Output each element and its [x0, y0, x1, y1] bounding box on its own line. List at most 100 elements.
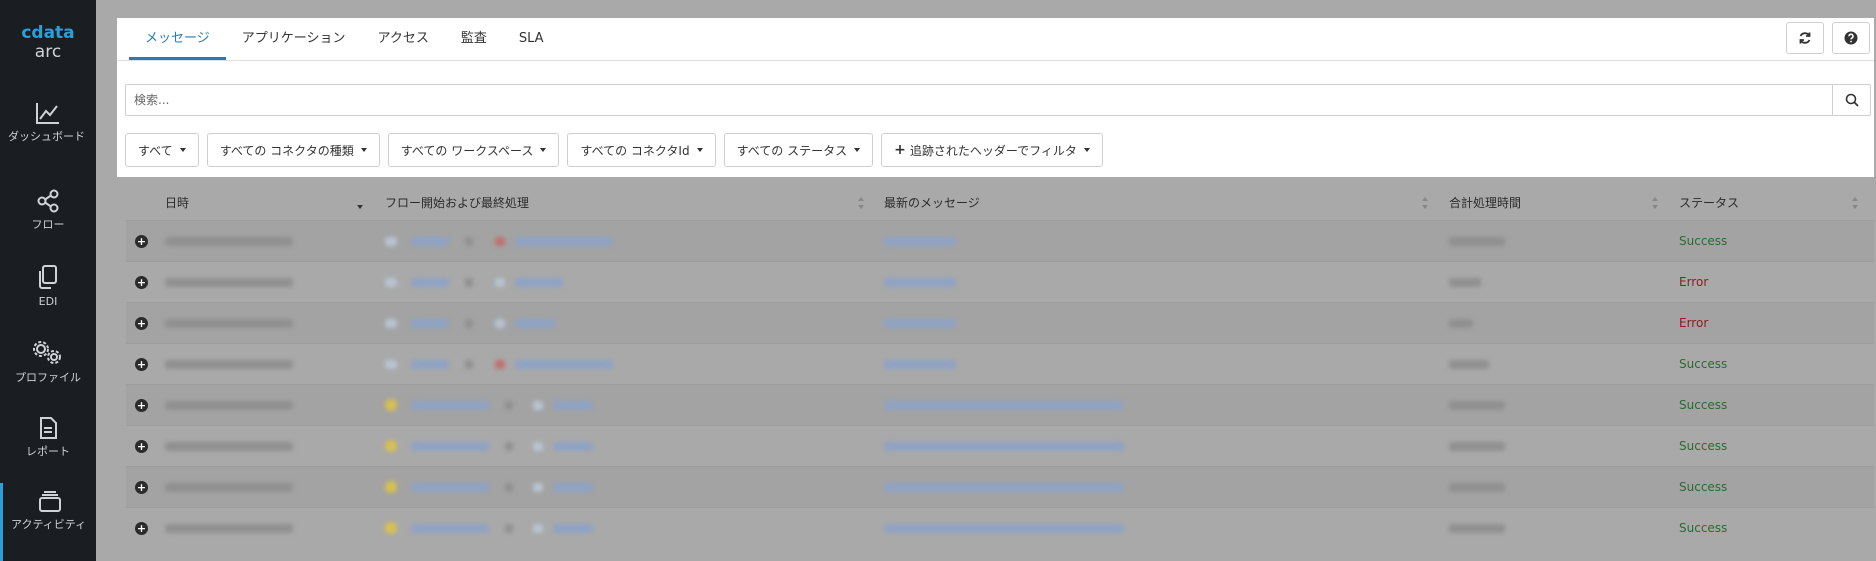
redacted-datetime	[165, 401, 293, 410]
app-logo[interactable]: cdata arc	[0, 24, 96, 62]
column-header-flow[interactable]: フロー開始および最終処理	[385, 186, 529, 220]
tab-applications[interactable]: アプリケーション	[226, 18, 362, 60]
expand-row-icon[interactable]: +	[135, 276, 148, 289]
redacted-latest-message	[884, 401, 1124, 410]
search-input[interactable]	[126, 85, 1836, 115]
expand-row-icon[interactable]: +	[135, 522, 148, 535]
sort-desc-icon[interactable]	[357, 197, 363, 209]
filter-all[interactable]: すべて	[125, 133, 199, 167]
redacted-icon	[385, 440, 397, 452]
redacted-icon	[533, 442, 543, 451]
expand-row-icon[interactable]: +	[135, 235, 148, 248]
sidebar-item-activity[interactable]: アクティビティ	[0, 483, 96, 561]
redacted-total-time	[1449, 278, 1481, 287]
redacted-total-time	[1449, 360, 1489, 369]
expand-row-icon[interactable]: +	[135, 358, 148, 371]
sidebar-item-profile[interactable]: プロファイル	[0, 340, 96, 384]
table-row[interactable]: + Success	[126, 220, 1874, 261]
filter-status[interactable]: すべての ステータス	[723, 133, 874, 167]
sidebar-item-flow[interactable]: フロー	[0, 189, 96, 231]
gears-icon	[33, 341, 61, 364]
table-row[interactable]: + Success	[126, 425, 1874, 466]
redacted-icon	[495, 360, 505, 369]
chart-line-icon	[36, 103, 59, 124]
sort-icon[interactable]	[1852, 197, 1858, 209]
redacted-flow-start	[411, 401, 489, 410]
tab-bar: メッセージ アプリケーション アクセス 監査 SLA	[129, 18, 560, 60]
filter-label: すべての ワークスペース	[400, 143, 534, 158]
messages-table: 日時 フロー開始および最終処理 最新のメッセージ 合計処理時間 ステータス + …	[126, 186, 1874, 548]
sidebar-item-edi[interactable]: EDI	[0, 264, 96, 308]
redacted-arrow	[465, 237, 473, 246]
refresh-icon	[1799, 32, 1811, 44]
filter-connector-type[interactable]: すべての コネクタの種類	[206, 133, 380, 167]
redacted-flow-end	[553, 483, 593, 492]
column-header-datetime[interactable]: 日時	[165, 186, 189, 220]
sidebar-item-dashboard[interactable]: ダッシュボード	[0, 101, 96, 143]
table-row[interactable]: + Success	[126, 384, 1874, 425]
redacted-latest-message	[884, 360, 956, 369]
filter-label: すべて	[138, 143, 173, 158]
redacted-latest-message	[884, 483, 1124, 492]
search-box	[125, 84, 1871, 116]
expand-row-icon[interactable]: +	[135, 481, 148, 494]
filter-label: すべての ステータス	[736, 143, 848, 158]
filter-connector-id[interactable]: すべての コネクタId	[567, 133, 716, 167]
table-row[interactable]: + Error	[126, 302, 1874, 343]
caret-down-icon	[1083, 148, 1090, 152]
tab-messages[interactable]: メッセージ	[129, 18, 226, 60]
redacted-flow-start	[411, 442, 489, 451]
table-row[interactable]: + Success	[126, 466, 1874, 507]
tab-audit[interactable]: 監査	[445, 18, 503, 60]
sort-icon[interactable]	[858, 197, 864, 209]
sort-icon[interactable]	[1422, 197, 1428, 209]
tab-access[interactable]: アクセス	[362, 18, 445, 60]
redacted-total-time	[1449, 319, 1473, 328]
column-header-status[interactable]: ステータス	[1679, 186, 1739, 220]
redacted-datetime	[165, 483, 293, 492]
expand-row-icon[interactable]: +	[135, 317, 148, 330]
sidebar: cdata arc ダッシュボード フロー EDI プロファイル レポート アク…	[0, 0, 96, 561]
redacted-datetime	[165, 442, 293, 451]
table-row[interactable]: + Error	[126, 261, 1874, 302]
filter-label: 追跡されたヘッダーでフィルタ	[909, 143, 1077, 158]
redacted-arrow	[465, 319, 473, 328]
redacted-total-time	[1449, 442, 1505, 451]
redacted-icon	[385, 237, 397, 246]
refresh-button[interactable]	[1786, 22, 1824, 54]
redacted-flow-end	[515, 319, 555, 328]
redacted-icon	[385, 481, 397, 493]
redacted-flow-end	[515, 237, 613, 246]
filter-label: すべての コネクタId	[580, 143, 690, 158]
sort-icon[interactable]	[1652, 197, 1658, 209]
help-button[interactable]	[1832, 22, 1870, 54]
redacted-flow-start	[411, 483, 489, 492]
sidebar-item-report[interactable]: レポート	[0, 416, 96, 458]
status-badge: Success	[1679, 439, 1728, 453]
redacted-icon	[385, 319, 397, 328]
table-row[interactable]: + Success	[126, 343, 1874, 384]
expand-row-icon[interactable]: +	[135, 399, 148, 412]
copy-files-icon	[39, 265, 57, 289]
filter-workspace[interactable]: すべての ワークスペース	[387, 133, 560, 167]
filter-tracked-headers[interactable]: + 追跡されたヘッダーでフィルタ	[881, 133, 1103, 167]
status-badge: Success	[1679, 480, 1728, 494]
tab-sla[interactable]: SLA	[503, 18, 560, 60]
redacted-arrow	[465, 360, 473, 369]
caret-down-icon	[179, 148, 186, 152]
plus-icon: +	[894, 142, 906, 158]
search-button[interactable]	[1832, 85, 1870, 115]
redacted-latest-message	[884, 442, 1124, 451]
redacted-datetime	[165, 237, 293, 246]
status-badge: Success	[1679, 521, 1728, 535]
redacted-icon	[495, 319, 505, 328]
redacted-flow-start	[411, 524, 489, 533]
redacted-flow-start	[411, 237, 449, 246]
caret-down-icon	[696, 148, 703, 152]
table-row[interactable]: + Success	[126, 507, 1874, 548]
column-header-total-time[interactable]: 合計処理時間	[1449, 186, 1521, 220]
column-header-latest-message[interactable]: 最新のメッセージ	[884, 186, 980, 220]
expand-row-icon[interactable]: +	[135, 440, 148, 453]
filter-panel: メッセージ アプリケーション アクセス 監査 SLA すべて すべての コネクタ…	[117, 18, 1874, 177]
document-icon	[40, 417, 57, 439]
